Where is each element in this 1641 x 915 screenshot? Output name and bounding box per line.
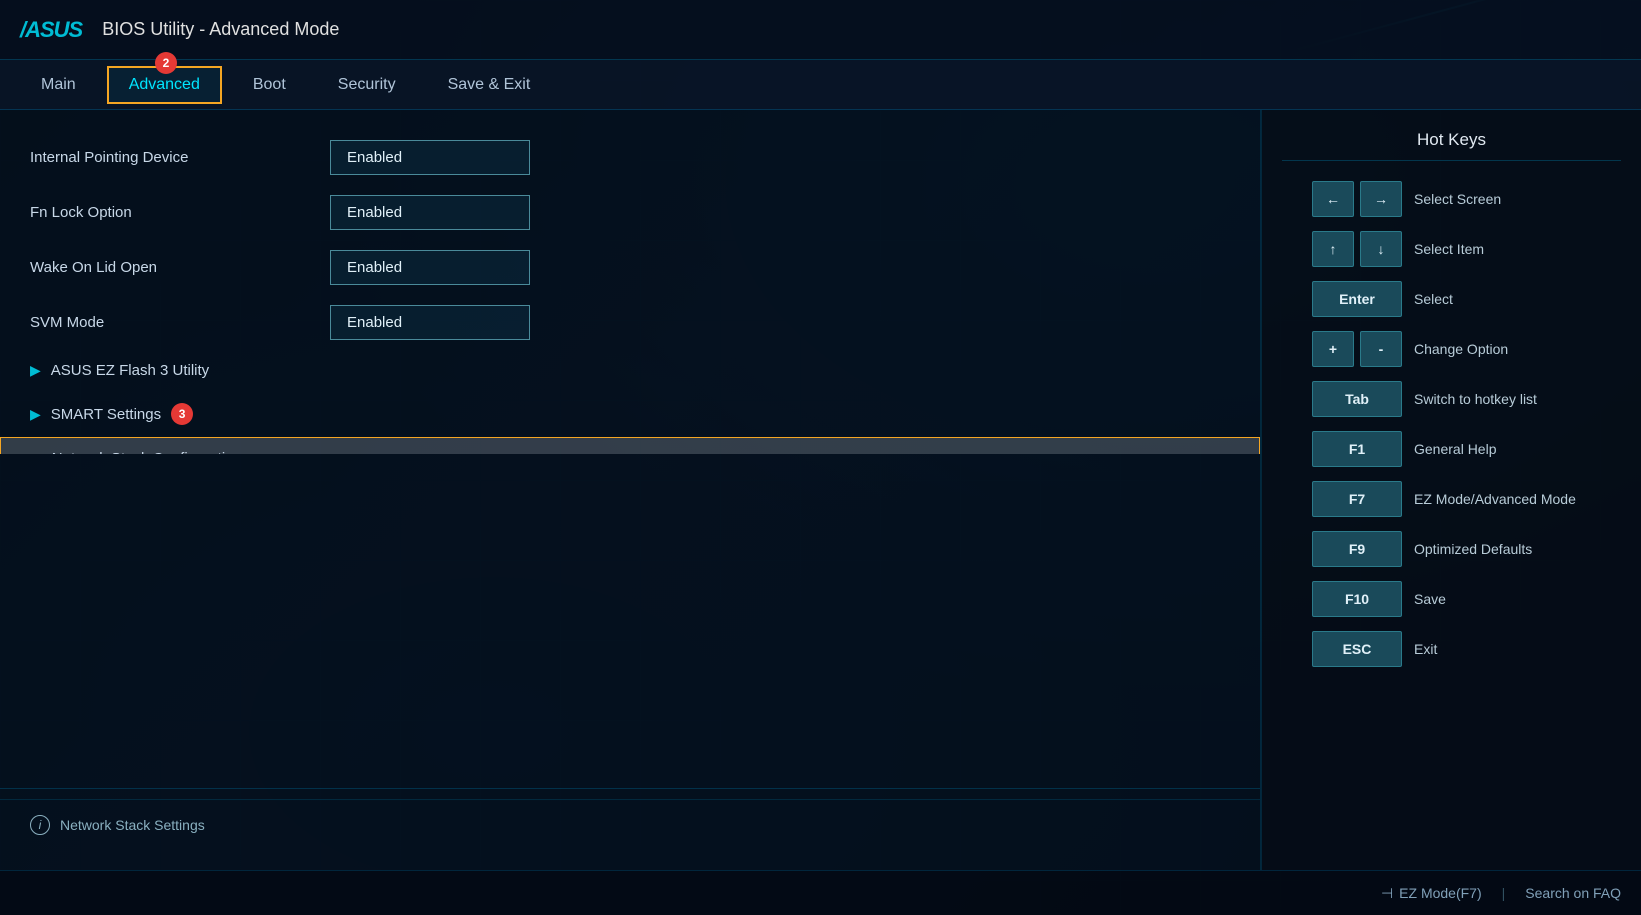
- key-left-arrow[interactable]: ←: [1312, 181, 1354, 217]
- bottom-divider: |: [1502, 885, 1506, 901]
- info-text: Network Stack Settings: [60, 817, 205, 833]
- value-svm-mode[interactable]: Enabled: [330, 305, 530, 340]
- content-area: Internal Pointing Device Enabled Fn Lock…: [0, 110, 1641, 870]
- divider: [0, 788, 1260, 789]
- search-faq-button[interactable]: Search on FAQ: [1525, 885, 1621, 901]
- hotkey-label-select: Select: [1414, 291, 1453, 307]
- hotkey-label-f10: Save: [1414, 591, 1446, 607]
- hotkey-keys-esc: ESC: [1282, 631, 1402, 667]
- hotkey-select: Enter Select: [1282, 281, 1621, 317]
- hotkey-label-select-item: Select Item: [1414, 241, 1484, 257]
- key-f1[interactable]: F1: [1312, 431, 1402, 467]
- hotkey-f9: F9 Optimized Defaults: [1282, 531, 1621, 567]
- hotkey-keys-f10: F10: [1282, 581, 1402, 617]
- key-up-arrow[interactable]: ↑: [1312, 231, 1354, 267]
- hotkey-keys-enter: Enter: [1282, 281, 1402, 317]
- info-icon: i: [30, 815, 50, 835]
- tab-security[interactable]: Security: [317, 67, 417, 103]
- header-title: BIOS Utility - Advanced Mode: [102, 19, 339, 40]
- key-minus[interactable]: -: [1360, 331, 1402, 367]
- hotkey-tab: Tab Switch to hotkey list: [1282, 381, 1621, 417]
- value-fn-lock[interactable]: Enabled: [330, 195, 530, 230]
- hotkey-keys-change: + -: [1282, 331, 1402, 367]
- label-wake-lid: Wake On Lid Open: [30, 259, 330, 276]
- value-internal-pointing[interactable]: Enabled: [330, 140, 530, 175]
- hotkey-label-f9: Optimized Defaults: [1414, 541, 1532, 557]
- tab-save-exit[interactable]: Save & Exit: [427, 67, 552, 103]
- key-f9[interactable]: F9: [1312, 531, 1402, 567]
- bottom-bar: ⊣ EZ Mode(F7) | Search on FAQ: [0, 870, 1641, 915]
- label-internal-pointing: Internal Pointing Device: [30, 149, 330, 166]
- submenu-asus-ez-flash[interactable]: ▶ ASUS EZ Flash 3 Utility: [0, 350, 1260, 391]
- key-f7[interactable]: F7: [1312, 481, 1402, 517]
- value-wake-lid[interactable]: Enabled: [330, 250, 530, 285]
- submenu-label-smart-settings: SMART Settings: [51, 406, 161, 423]
- key-enter[interactable]: Enter: [1312, 281, 1402, 317]
- nav-bar: 2 Main Advanced Boot Security Save & Exi…: [0, 60, 1641, 110]
- hotkey-keys-f1: F1: [1282, 431, 1402, 467]
- hotkey-f7: F7 EZ Mode/Advanced Mode: [1282, 481, 1621, 517]
- key-tab[interactable]: Tab: [1312, 381, 1402, 417]
- badge-3: 3: [171, 403, 193, 425]
- hotkey-label-esc: Exit: [1414, 641, 1437, 657]
- hotkey-change-option: + - Change Option: [1282, 331, 1621, 367]
- hotkey-keys-f9: F9: [1282, 531, 1402, 567]
- ez-mode-button[interactable]: ⊣ EZ Mode(F7): [1381, 885, 1482, 902]
- hotkey-label-f7: EZ Mode/Advanced Mode: [1414, 491, 1576, 507]
- row-internal-pointing: Internal Pointing Device Enabled: [0, 130, 1260, 185]
- hotkey-label-change-option: Change Option: [1414, 341, 1508, 357]
- hotkey-label-tab: Switch to hotkey list: [1414, 391, 1537, 407]
- hotkey-keys-tab: Tab: [1282, 381, 1402, 417]
- hotkey-f10: F10 Save: [1282, 581, 1621, 617]
- row-svm-mode: SVM Mode Enabled: [0, 295, 1260, 350]
- key-f10[interactable]: F10: [1312, 581, 1402, 617]
- submenu-label-asus-ez-flash: ASUS EZ Flash 3 Utility: [51, 362, 209, 379]
- tab-boot[interactable]: Boot: [232, 67, 307, 103]
- hotkey-esc: ESC Exit: [1282, 631, 1621, 667]
- key-plus[interactable]: +: [1312, 331, 1354, 367]
- left-wrapper: Internal Pointing Device Enabled Fn Lock…: [0, 130, 1260, 850]
- asus-logo: /ASUS: [20, 17, 82, 43]
- key-right-arrow[interactable]: →: [1360, 181, 1402, 217]
- label-fn-lock: Fn Lock Option: [30, 204, 330, 221]
- label-svm-mode: SVM Mode: [30, 314, 330, 331]
- hotkey-keys-select-screen: ← →: [1282, 181, 1402, 217]
- hotkey-select-screen: ← → Select Screen: [1282, 181, 1621, 217]
- ez-mode-arrow-icon: ⊣: [1381, 885, 1393, 902]
- header-bar: /ASUS BIOS Utility - Advanced Mode: [0, 0, 1641, 60]
- hotkey-label-select-screen: Select Screen: [1414, 191, 1501, 207]
- key-esc[interactable]: ESC: [1312, 631, 1402, 667]
- hotkey-keys-select-item: ↑ ↓: [1282, 231, 1402, 267]
- key-down-arrow[interactable]: ↓: [1360, 231, 1402, 267]
- settings-list: Internal Pointing Device Enabled Fn Lock…: [0, 130, 1260, 454]
- left-panel: Internal Pointing Device Enabled Fn Lock…: [0, 110, 1261, 870]
- arrow-icon-smart: ▶: [30, 406, 41, 423]
- submenu-smart-settings[interactable]: ▶ SMART Settings 3: [0, 391, 1260, 437]
- info-bar: i Network Stack Settings: [0, 799, 1260, 850]
- submenu-network-stack[interactable]: ▶ Network Stack Configuration: [0, 437, 1260, 454]
- badge-2: 2: [155, 52, 177, 74]
- row-fn-lock: Fn Lock Option Enabled: [0, 185, 1260, 240]
- hotkey-keys-f7: F7: [1282, 481, 1402, 517]
- hotkey-f1: F1 General Help: [1282, 431, 1621, 467]
- hotkeys-title: Hot Keys: [1282, 130, 1621, 161]
- tab-main[interactable]: Main: [20, 67, 97, 103]
- spacer: [0, 454, 1260, 778]
- bios-utility-window: /ASUS BIOS Utility - Advanced Mode 2 Mai…: [0, 0, 1641, 915]
- hotkey-select-item: ↑ ↓ Select Item: [1282, 231, 1621, 267]
- ez-mode-label: EZ Mode(F7): [1399, 885, 1481, 901]
- row-wake-lid: Wake On Lid Open Enabled: [0, 240, 1260, 295]
- hotkeys-panel: Hot Keys ← → Select Screen ↑ ↓ Select It…: [1261, 110, 1641, 870]
- hotkey-label-f1: General Help: [1414, 441, 1497, 457]
- arrow-icon: ▶: [30, 362, 41, 379]
- search-faq-label: Search on FAQ: [1525, 885, 1621, 901]
